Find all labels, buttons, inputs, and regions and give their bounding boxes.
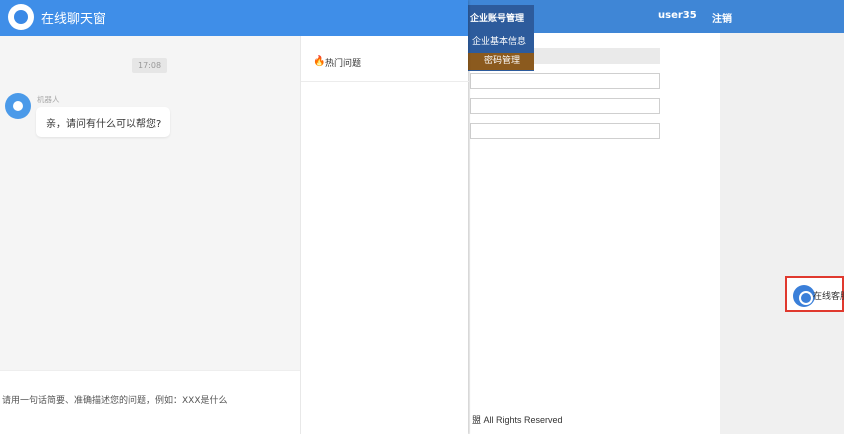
form-field-3[interactable] xyxy=(470,123,660,139)
footer: 盟 All Rights Reserved xyxy=(470,407,720,434)
menu-item-password[interactable]: 密码管理 xyxy=(464,53,534,70)
online-service-button[interactable]: 在线客服 xyxy=(785,276,844,312)
bot-message-text: 亲，请问有什么可以帮您? xyxy=(46,119,162,130)
form-field-2[interactable] xyxy=(470,98,660,114)
bot-avatar xyxy=(5,93,31,119)
robot-logo-icon xyxy=(8,4,34,30)
account-menu: 企业账号管理 企业基本信息 密码管理 xyxy=(464,5,534,71)
chat-title: 在线聊天窗 xyxy=(41,12,107,27)
hot-questions-label: 热门问题 xyxy=(325,59,362,69)
bot-message-bubble: 亲，请问有什么可以帮您? xyxy=(36,107,170,137)
username: user35 xyxy=(658,10,697,21)
input-area xyxy=(0,370,300,434)
logout-link[interactable]: 注销 xyxy=(712,10,732,25)
headset-icon xyxy=(793,285,815,307)
content-panel xyxy=(470,33,720,407)
message-list[interactable]: 17:08 机器人 亲，请问有什么可以帮您? xyxy=(0,36,300,370)
bot-name: 机器人 xyxy=(37,95,60,104)
form-field-1[interactable] xyxy=(470,73,660,89)
chat-header: 在线聊天窗 xyxy=(0,0,468,36)
hot-questions-panel: 🔥 热门问题 xyxy=(300,36,469,434)
online-service-label: 在线客服 xyxy=(813,292,844,302)
chat-window: 在线聊天窗 17:08 机器人 亲，请问有什么可以帮您? 🔥 热门问题 xyxy=(0,0,469,434)
footer-text: 盟 All Rights Reserved xyxy=(472,415,563,425)
menu-item-company-info[interactable]: 企业基本信息 xyxy=(464,34,534,50)
message-timestamp: 17:08 xyxy=(132,58,168,73)
chat-input[interactable] xyxy=(2,391,298,411)
hot-questions-header[interactable]: 🔥 热门问题 xyxy=(301,36,469,82)
fire-icon: 🔥 xyxy=(313,56,326,67)
menu-header-account[interactable]: 企业账号管理 xyxy=(470,11,524,24)
